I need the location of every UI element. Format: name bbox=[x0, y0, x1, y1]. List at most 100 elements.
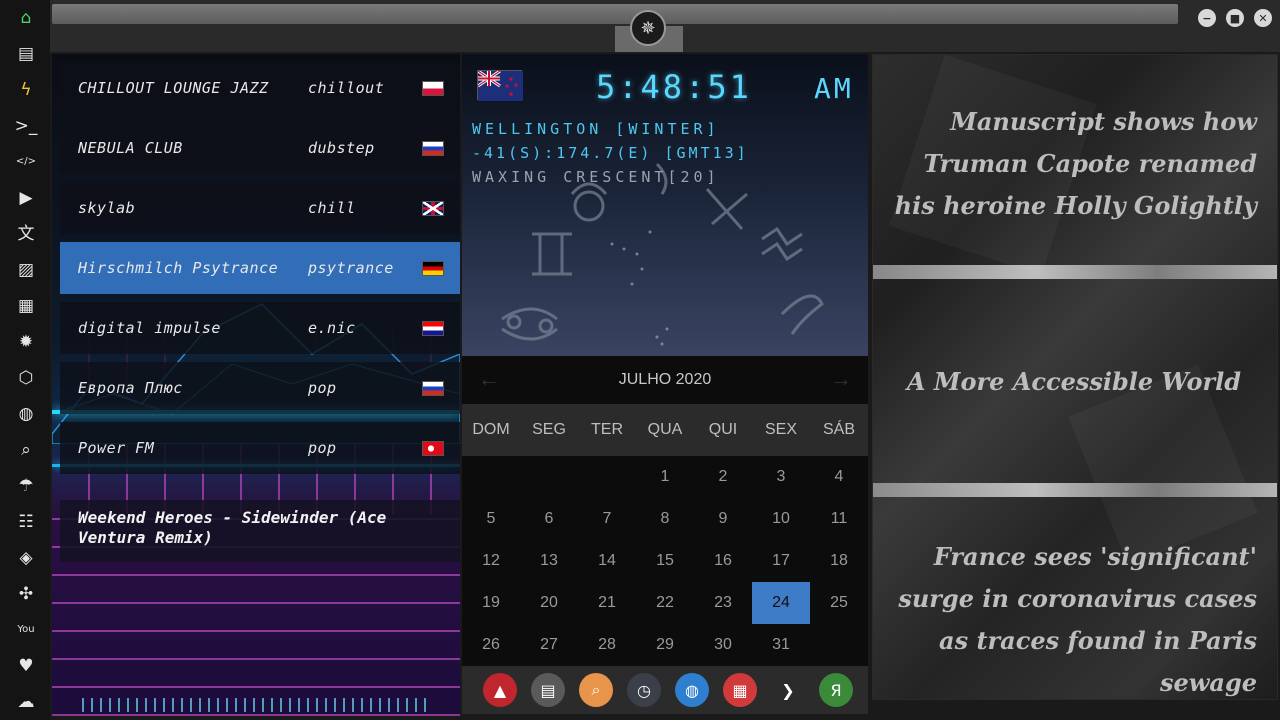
calendar-day[interactable]: 18 bbox=[810, 540, 868, 582]
calendar-day[interactable]: 26 bbox=[462, 624, 520, 666]
home-icon[interactable]: ⌂ bbox=[13, 5, 39, 31]
calendar-day[interactable]: 31 bbox=[752, 624, 810, 666]
search-icon[interactable]: ⌕ bbox=[13, 437, 39, 463]
calendar-app-icon[interactable]: ▦ bbox=[723, 673, 757, 707]
app-launcher-icon[interactable]: ▲ bbox=[483, 673, 517, 707]
weekday-label: SEX bbox=[764, 421, 797, 438]
yandex-icon[interactable]: Я bbox=[819, 673, 853, 707]
globe-icon[interactable]: ◍ bbox=[13, 401, 39, 427]
umbrella-icon[interactable]: ☂ bbox=[13, 473, 39, 499]
calendar-header: ← JULHO 2020 → bbox=[462, 356, 868, 404]
station-name: Европа Плюс bbox=[78, 379, 183, 397]
calendar-day[interactable]: 4 bbox=[810, 456, 868, 498]
station-row[interactable]: NEBULA CLUB dubstep bbox=[60, 122, 460, 174]
station-row[interactable]: Hirschmilch Psytrance psytrance bbox=[60, 242, 460, 294]
calendar-day[interactable]: 7 bbox=[578, 498, 636, 540]
calendar-day[interactable]: 23 bbox=[694, 582, 752, 624]
station-row[interactable]: Power FM pop bbox=[60, 422, 460, 474]
calendar-day[interactable]: 19 bbox=[462, 582, 520, 624]
calendar-day[interactable]: 2 bbox=[694, 456, 752, 498]
calendar-day[interactable]: 6 bbox=[520, 498, 578, 540]
calendar-day[interactable]: 8 bbox=[636, 498, 694, 540]
calendar-day[interactable]: 29 bbox=[636, 624, 694, 666]
calendar-day[interactable]: 12 bbox=[462, 540, 520, 582]
station-row[interactable]: digital impulse e.nic bbox=[60, 302, 460, 354]
calendar-day-today[interactable]: 24 bbox=[752, 582, 810, 624]
station-row[interactable]: Европа Плюс pop bbox=[60, 362, 460, 414]
rebel-emblem-icon[interactable]: ✵ bbox=[630, 10, 666, 46]
settings-icon[interactable]: ✹ bbox=[13, 329, 39, 355]
clock-app-icon[interactable]: ◷ bbox=[627, 673, 661, 707]
calendar-day[interactable]: 17 bbox=[752, 540, 810, 582]
document-icon[interactable]: ▤ bbox=[13, 41, 39, 67]
radio-panel: CHILLOUT LOUNGE JAZZ chillout NEBULA CLUB d… bbox=[52, 54, 460, 716]
calendar-day[interactable]: 30 bbox=[694, 624, 752, 666]
station-name: NEBULA CLUB bbox=[78, 139, 183, 157]
station-genre: pop bbox=[308, 439, 337, 457]
news-headline-1[interactable]: Manuscript shows how Truman Capote renam… bbox=[877, 101, 1257, 227]
contacts-icon[interactable]: ☷ bbox=[13, 509, 39, 535]
calendar-day[interactable]: 14 bbox=[578, 540, 636, 582]
clock-ampm: AM bbox=[814, 72, 854, 105]
code-icon[interactable]: </> bbox=[13, 149, 39, 175]
heart-icon[interactable]: ♥ bbox=[13, 653, 39, 679]
calendar-day[interactable]: 9 bbox=[694, 498, 752, 540]
news-reader-icon[interactable]: ▤ bbox=[531, 673, 565, 707]
calendar-days: 1 2 3 4 5 6 7 8 9 10 11 12 13 14 15 16 17 18 19 20 21 22 23 24 2… bbox=[462, 456, 868, 666]
minimize-button[interactable]: − bbox=[1198, 9, 1216, 27]
calendar-day[interactable]: 28 bbox=[578, 624, 636, 666]
calendar-day[interactable]: 25 bbox=[810, 582, 868, 624]
lightning-icon[interactable]: ϟ bbox=[13, 77, 39, 103]
station-genre: chill bbox=[308, 199, 356, 217]
weekday-label: QUA bbox=[647, 421, 683, 438]
calendar-day[interactable]: 20 bbox=[520, 582, 578, 624]
calendar-day[interactable]: 15 bbox=[636, 540, 694, 582]
news-headline-3[interactable]: France sees 'significant' surge in coron… bbox=[877, 536, 1257, 699]
calendar-day[interactable]: 16 bbox=[694, 540, 752, 582]
youtube-icon[interactable]: You bbox=[13, 617, 39, 643]
play-icon[interactable]: ▶ bbox=[13, 185, 39, 211]
flag-ru-icon bbox=[422, 140, 444, 156]
calendar-day[interactable]: 22 bbox=[636, 582, 694, 624]
next-month-button[interactable]: → bbox=[830, 366, 852, 392]
news-divider bbox=[873, 483, 1277, 497]
weekday-label: TER bbox=[591, 421, 623, 438]
flag-ru-icon bbox=[422, 380, 444, 396]
app-window: ⌂ ▤ ϟ >_ </> ▶ 文 ▨ ▦ ✹ ⬡ ◍ ⌕ ☂ ☷ ◈ ✣ You ♥ ☁ ✵ − ■ ✕ CHILLO… bbox=[0, 0, 1280, 720]
browser-globe-icon[interactable]: ◍ bbox=[675, 673, 709, 707]
newspaper-icon[interactable]: ▦ bbox=[13, 293, 39, 319]
expand-icon[interactable]: ✣ bbox=[13, 581, 39, 607]
arrow-app-icon[interactable]: ❯ bbox=[771, 673, 805, 707]
calendar-day[interactable]: 11 bbox=[810, 498, 868, 540]
weekday-label: DOM bbox=[472, 421, 510, 438]
calendar-day[interactable]: 13 bbox=[520, 540, 578, 582]
calendar-day[interactable]: 5 bbox=[462, 498, 520, 540]
news-headline-2[interactable]: A More Accessible World bbox=[884, 361, 1264, 403]
image-icon[interactable]: ▨ bbox=[13, 257, 39, 283]
new-zealand-flag-icon bbox=[477, 69, 523, 101]
terminal-icon[interactable]: >_ bbox=[13, 113, 39, 139]
clock-time: 5:48:51 bbox=[596, 68, 752, 106]
prev-month-button[interactable]: ← bbox=[478, 366, 500, 392]
sidebar: ⌂ ▤ ϟ >_ </> ▶ 文 ▨ ▦ ✹ ⬡ ◍ ⌕ ☂ ☷ ◈ ✣ You ♥ ☁ bbox=[0, 0, 50, 720]
station-row[interactable]: CHILLOUT LOUNGE JAZZ chillout bbox=[60, 62, 460, 114]
maximize-button[interactable]: ■ bbox=[1226, 9, 1244, 27]
cube-icon[interactable]: ⬡ bbox=[13, 365, 39, 391]
calendar-day[interactable]: 27 bbox=[520, 624, 578, 666]
calendar-day[interactable]: 3 bbox=[752, 456, 810, 498]
close-button[interactable]: ✕ bbox=[1254, 9, 1272, 27]
calendar-day[interactable]: 10 bbox=[752, 498, 810, 540]
calendar-month-label: JULHO 2020 bbox=[618, 371, 712, 388]
translate-icon[interactable]: 文 bbox=[13, 221, 39, 247]
calendar-day[interactable]: 21 bbox=[578, 582, 636, 624]
calendar-day[interactable]: 1 bbox=[636, 456, 694, 498]
cloud-icon[interactable]: ☁ bbox=[13, 689, 39, 715]
now-playing-track: Weekend Heroes - Sidewinder (Ace Ventura… bbox=[60, 500, 460, 562]
ticket-icon[interactable]: ◈ bbox=[13, 545, 39, 571]
address-bar[interactable] bbox=[52, 4, 1178, 24]
search-app-icon[interactable]: ⌕ bbox=[579, 673, 613, 707]
weekday-label: QUI bbox=[708, 421, 738, 438]
news-divider bbox=[873, 265, 1277, 279]
weekday-label: SÁB bbox=[822, 421, 855, 438]
station-row[interactable]: skylab chill bbox=[60, 182, 460, 234]
